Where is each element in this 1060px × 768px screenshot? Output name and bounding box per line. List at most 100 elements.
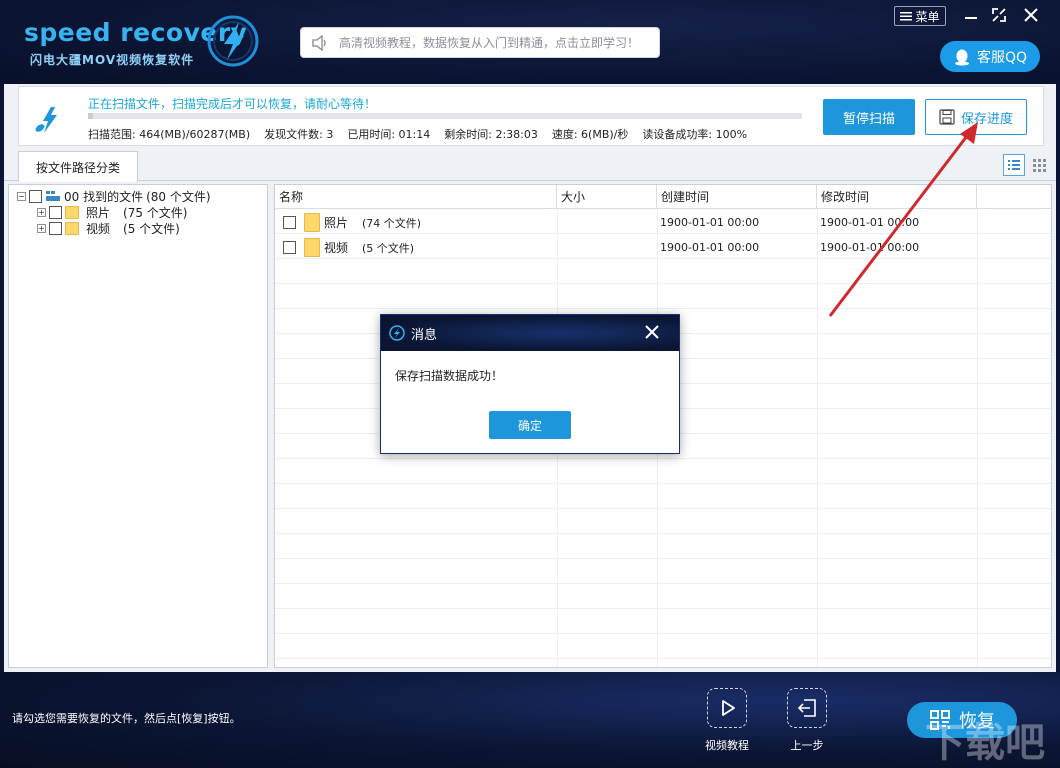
- row-created: 1900-01-01 00:00: [660, 241, 760, 254]
- video-tutorial-label: 视频教程: [705, 739, 749, 752]
- column-size[interactable]: 大小: [557, 185, 657, 209]
- row-modified: 1900-01-01 00:00: [820, 216, 920, 229]
- row-checkbox[interactable]: [283, 241, 296, 254]
- save-progress-button[interactable]: 保存进度: [925, 99, 1027, 135]
- grid-line: [275, 584, 1051, 609]
- restore-button[interactable]: 恢复: [907, 702, 1017, 738]
- scan-message: 正在扫描文件，扫描完成后才可以恢复，请耐心等待！: [88, 97, 377, 111]
- tree-item-label: 照片: [86, 205, 111, 220]
- lightning-logo-icon: [207, 15, 259, 67]
- tree-root-checkbox[interactable]: [29, 189, 42, 203]
- tree-item-count: (5 个文件): [123, 221, 180, 236]
- menu-label: 菜单: [915, 9, 940, 24]
- qr-scan-icon: [930, 710, 950, 730]
- row-count: (5 个文件): [362, 241, 415, 255]
- folder-icon: [65, 205, 79, 219]
- drive-icon: [46, 191, 60, 201]
- scan-brush-icon: [35, 107, 57, 133]
- tree-root-label: 00 找到的文件: [64, 189, 144, 204]
- menu-button[interactable]: 菜单: [894, 6, 946, 26]
- grid-line: [275, 609, 1051, 634]
- row-modified: 1900-01-01 00:00: [820, 241, 920, 254]
- row-created: 1900-01-01 00:00: [660, 216, 760, 229]
- title-bar: speed recovery 闪电大疆MOV视频恢复软件 高清视频教程，数据恢复…: [0, 0, 1060, 84]
- grid-line: [275, 559, 1051, 584]
- qq-support-button[interactable]: 客服QQ: [940, 41, 1040, 72]
- grid-line: [275, 484, 1051, 509]
- collapse-toggle[interactable]: −: [17, 191, 26, 201]
- expand-toggle[interactable]: +: [37, 207, 46, 217]
- footer-hint: 请勾选您需要恢复的文件，然后点[恢复]按钮。: [12, 712, 241, 725]
- files-found: 发现文件数: 3: [264, 128, 334, 141]
- tree-item-videos-checkbox[interactable]: [49, 221, 62, 235]
- grid-line: [275, 509, 1051, 534]
- qq-penguin-icon: [954, 49, 969, 65]
- tab-bar: 按文件路径分类: [4, 151, 1056, 182]
- folder-icon: [304, 238, 320, 257]
- pause-scan-button[interactable]: 暂停扫描: [823, 99, 915, 135]
- close-icon[interactable]: [1020, 4, 1042, 26]
- back-label: 上一步: [790, 739, 824, 752]
- column-created[interactable]: 创建时间: [657, 185, 817, 209]
- scan-status-panel: 正在扫描文件，扫描完成后才可以恢复，请耐心等待！ 扫描范围: 464(MB)/6…: [18, 86, 1044, 146]
- elapsed-time: 已用时间: 01:14: [347, 128, 431, 141]
- scan-progress-bar: [88, 113, 802, 119]
- tutorial-banner[interactable]: 高清视频教程，数据恢复从入门到精通，点击立即学习！: [300, 27, 660, 58]
- folder-tree: − 00 找到的文件 (80 个文件) + 照片 (75 个文件) + 视频 (…: [8, 184, 268, 668]
- column-name[interactable]: 名称: [275, 185, 557, 209]
- dialog-message: 保存扫描数据成功！: [395, 369, 504, 383]
- tree-item-videos[interactable]: + 视频 (5 个文件): [37, 220, 180, 236]
- scan-range: 扫描范围: 464(MB)/60287(MB): [88, 128, 251, 141]
- remaining-time: 剩余时间: 2:38:03: [444, 128, 538, 141]
- grid-line: [275, 634, 1051, 659]
- list-view-icon[interactable]: [1003, 154, 1025, 176]
- list-item[interactable]: 照片 (74 个文件) 1900-01-01 00:00 1900-01-01 …: [275, 210, 975, 235]
- row-checkbox[interactable]: [283, 216, 296, 229]
- row-name: 视频: [324, 241, 349, 255]
- tab-by-path[interactable]: 按文件路径分类: [18, 151, 138, 182]
- dialog-title: 消息: [411, 327, 438, 343]
- tree-item-count: (75 个文件): [123, 205, 188, 220]
- grid-line: [275, 284, 1051, 309]
- logo-subtitle: 闪电大疆MOV视频恢复软件: [30, 53, 195, 67]
- folder-icon: [304, 213, 320, 232]
- save-progress-label: 保存进度: [960, 111, 1013, 127]
- ok-button[interactable]: 确定: [489, 411, 571, 439]
- banner-text: 高清视频教程，数据恢复从入门到精通，点击立即学习！: [339, 36, 640, 50]
- tree-root[interactable]: − 00 找到的文件 (80 个文件): [17, 188, 211, 204]
- video-tutorial-button[interactable]: 视频教程: [697, 688, 757, 758]
- qq-label: 客服QQ: [976, 49, 1028, 66]
- dialog-title-bar: 消息: [381, 315, 679, 351]
- back-button[interactable]: 上一步: [777, 688, 837, 758]
- message-dialog: 消息 保存扫描数据成功！ 确定: [380, 314, 680, 454]
- list-item[interactable]: 视频 (5 个文件) 1900-01-01 00:00 1900-01-01 0…: [275, 235, 975, 260]
- minimize-icon[interactable]: [960, 4, 982, 26]
- grid-line: [275, 459, 1051, 484]
- scan-progress-fill: [88, 113, 94, 119]
- expand-toggle[interactable]: +: [37, 223, 46, 233]
- read-success-rate: 读设备成功率: 100%: [642, 128, 748, 141]
- app-logo-icon: [389, 325, 405, 341]
- scan-speed: 速度: 6(MB)/秒: [551, 128, 629, 141]
- row-name: 照片: [324, 216, 349, 230]
- grid-line: [275, 534, 1051, 559]
- tree-item-label: 视频: [86, 221, 111, 236]
- folder-icon: [65, 221, 79, 235]
- tree-item-photos-checkbox[interactable]: [49, 205, 62, 219]
- floppy-disk-icon: [939, 109, 955, 125]
- hamburger-icon: [900, 12, 913, 21]
- restore-label: 恢复: [959, 711, 995, 732]
- close-icon[interactable]: [641, 321, 663, 343]
- row-count: (74 个文件): [362, 216, 422, 230]
- column-modified[interactable]: 修改时间: [817, 185, 977, 209]
- play-icon: [707, 688, 747, 728]
- grid-line: [275, 259, 1051, 284]
- tree-item-photos[interactable]: + 照片 (75 个文件): [37, 204, 187, 220]
- tree-root-count: (80 个文件): [146, 189, 211, 204]
- grid-view-icon[interactable]: [1029, 154, 1051, 176]
- back-arrow-icon: [787, 688, 827, 728]
- footer-bar: 请勾选您需要恢复的文件，然后点[恢复]按钮。 视频教程 上一步 恢复 下载吧: [0, 672, 1060, 768]
- speaker-icon: [301, 28, 339, 57]
- list-header: 名称 大小 创建时间 修改时间: [275, 185, 1051, 209]
- maximize-icon[interactable]: [988, 4, 1010, 26]
